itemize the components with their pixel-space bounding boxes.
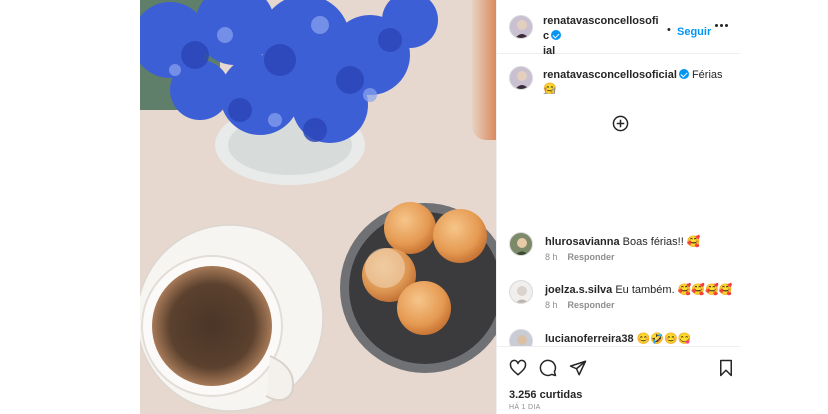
send-icon[interactable]	[569, 359, 587, 377]
post-caption: renatavasconcellosoficial Férias 😊	[543, 68, 733, 96]
post-photo[interactable]	[140, 0, 496, 414]
comment-item: joelza.s.silva Eu também. 🥰🥰🥰🥰 8 h Respon…	[497, 280, 741, 328]
post-modal: renatavasconcellosofic ial • Seguir rena…	[0, 0, 828, 414]
next-post-peek	[472, 0, 496, 140]
post-photo-image	[140, 0, 496, 414]
commenter-avatar[interactable]	[509, 232, 533, 256]
caption-author-avatar[interactable]	[509, 66, 533, 90]
author-username[interactable]: renatavasconcellosofic ial	[543, 14, 659, 59]
verified-badge-icon	[551, 30, 562, 40]
post-age[interactable]: HÁ 1 DIA	[509, 404, 541, 411]
follow-button[interactable]: Seguir	[677, 26, 711, 38]
plus-circle-icon[interactable]	[612, 115, 629, 132]
author-username-line2: ial	[543, 45, 556, 57]
caption-verified-badge-icon	[678, 69, 689, 79]
comment-body: Eu também. 🥰🥰🥰🥰	[612, 284, 733, 296]
comment-text: hlurosavianna Boas férias!! 🥰	[545, 235, 735, 249]
comment-body: Boas férias!! 🥰	[619, 236, 701, 248]
comment-item: hlurosavianna Boas férias!! 🥰 8 h Respond…	[497, 232, 741, 280]
more-options-icon[interactable]	[715, 24, 729, 28]
caption-username[interactable]: renatavasconcellosoficial	[543, 69, 677, 81]
author-username-line1: renatavasconcellosofic	[543, 15, 659, 42]
comment-body: 😊🤣😊😋	[633, 333, 692, 345]
comment-username[interactable]: lucianoferreira38	[545, 333, 634, 345]
post-details-panel: renatavasconcellosofic ial • Seguir rena…	[496, 0, 741, 414]
comment-time: 8 h	[545, 252, 558, 262]
post-actions-bar: 3.256 curtidas HÁ 1 DIA	[497, 346, 741, 414]
caption-timestamp[interactable]: 1 d	[543, 86, 556, 96]
comment-meta: 8 h Responder	[545, 252, 615, 262]
commenter-avatar[interactable]	[509, 280, 533, 304]
comment-text: joelza.s.silva Eu também. 🥰🥰🥰🥰	[545, 283, 735, 297]
comment-username[interactable]: joelza.s.silva	[545, 284, 612, 296]
separator-dot: •	[667, 24, 671, 36]
comment-icon[interactable]	[539, 359, 557, 377]
reply-button[interactable]: Responder	[568, 300, 615, 310]
comment-time: 8 h	[545, 300, 558, 310]
bookmark-icon[interactable]	[717, 359, 735, 377]
heart-icon[interactable]	[509, 359, 527, 377]
modal-backdrop-left	[0, 0, 140, 414]
likes-count[interactable]: 3.256 curtidas	[509, 389, 582, 401]
reply-button[interactable]: Responder	[568, 252, 615, 262]
author-avatar[interactable]	[509, 15, 533, 39]
post-header: renatavasconcellosofic ial • Seguir	[497, 0, 741, 57]
modal-backdrop-right	[740, 0, 828, 414]
comment-username[interactable]: hlurosavianna	[545, 236, 620, 248]
comment-text: lucianoferreira38 😊🤣😊😋	[545, 332, 735, 346]
comment-meta: 8 h Responder	[545, 300, 615, 310]
